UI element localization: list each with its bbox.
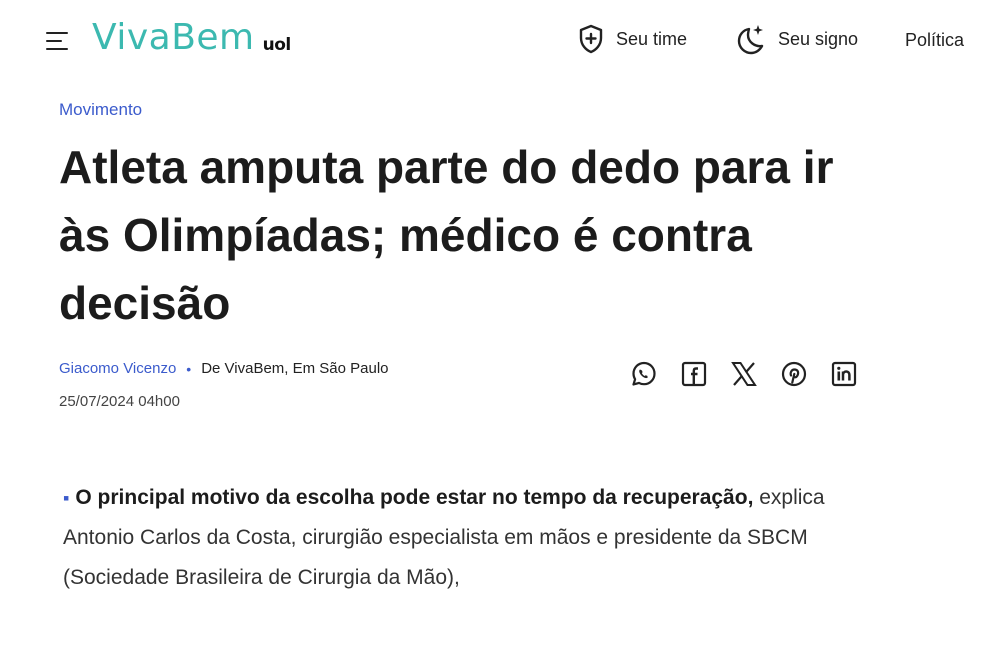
uol-logo-text: uol [262, 35, 292, 55]
vivabem-logo[interactable]: VivaBem uol [92, 18, 291, 58]
share-whatsapp-button[interactable] [630, 360, 658, 388]
nav-label: Seu signo [778, 28, 859, 49]
logo-text: VivaBem [92, 17, 255, 58]
whatsapp-icon [632, 361, 656, 386]
nav-seu-time[interactable]: Seu time [578, 24, 687, 54]
share-linkedin-button[interactable] [830, 360, 858, 388]
byline-separator: • [186, 360, 192, 377]
site-header: VivaBem uol Seu time Seu signo Política [0, 0, 997, 80]
x-icon [731, 362, 757, 386]
share-facebook-button[interactable] [680, 360, 708, 388]
nav-politica[interactable]: Política [905, 30, 964, 51]
linkedin-icon [831, 361, 857, 387]
article-category[interactable]: Movimento [59, 100, 142, 120]
share-bar [630, 360, 880, 388]
nav-seu-signo[interactable]: Seu signo [736, 22, 858, 56]
share-x-button[interactable] [730, 360, 758, 388]
nav-label: Seu time [616, 28, 688, 49]
article-source: De VivaBem, Em São Paulo [201, 360, 389, 377]
lead-bullet: ▪ [63, 488, 70, 508]
nav-label: Política [905, 30, 965, 50]
pinterest-icon [781, 361, 807, 387]
shield-plus-icon [579, 24, 603, 54]
publish-date: 25/07/2024 04h00 [59, 393, 180, 410]
moon-stars-icon [737, 25, 764, 55]
hamburger-menu-icon[interactable] [46, 30, 70, 52]
article-lead: ▪ O principal motivo da escolha pode esta… [63, 478, 863, 598]
author-link[interactable]: Giacomo Vicenzo [59, 360, 176, 377]
share-pinterest-button[interactable] [780, 360, 808, 388]
byline: Giacomo Vicenzo • De VivaBem, Em São Pau… [59, 360, 389, 377]
facebook-icon [681, 361, 707, 387]
article-title: Atleta amputa parte do dedo para ir às O… [59, 141, 834, 329]
lead-bold-text: O principal motivo da escolha pode estar… [75, 486, 754, 509]
